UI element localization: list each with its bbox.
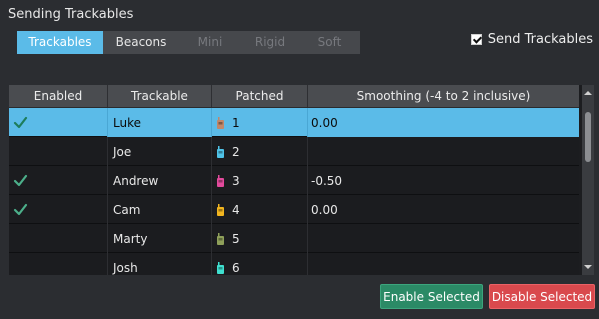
enabled-cell[interactable]	[9, 253, 108, 275]
smoothing-cell[interactable]: 0.00	[308, 108, 579, 137]
disable-selected-button[interactable]: Disable Selected	[489, 284, 595, 309]
column-header-patched-beacon[interactable]: Patched Beacon	[212, 85, 308, 125]
checkmark-icon	[13, 203, 28, 216]
enabled-cell[interactable]	[9, 166, 108, 195]
smoothing-cell[interactable]	[308, 253, 579, 275]
tab-soft[interactable]: Soft	[299, 31, 360, 54]
trackable-name-cell[interactable]: Andrew	[108, 166, 212, 195]
trackable-name-cell[interactable]: Joe	[108, 137, 212, 166]
beacon-number: 6	[232, 260, 240, 275]
enabled-cell[interactable]	[9, 137, 108, 166]
beacon-icon	[217, 145, 224, 158]
trackable-name-cell[interactable]: Luke	[108, 108, 212, 137]
table-row[interactable]: Cam 4 0.00	[9, 195, 579, 224]
smoothing-cell[interactable]: 0.00	[308, 195, 579, 224]
table-header: Enabled Trackable Patched Beacon Smoothi…	[9, 85, 579, 125]
patched-beacon-cell[interactable]: 2	[212, 137, 308, 166]
column-header-trackable[interactable]: Trackable	[108, 85, 212, 107]
beacon-number: 1	[232, 115, 240, 130]
tab-mini[interactable]: Mini	[179, 31, 241, 54]
trackable-name-cell[interactable]: Josh	[108, 253, 212, 275]
patched-beacon-cell[interactable]: 3	[212, 166, 308, 195]
enabled-cell[interactable]	[9, 195, 108, 224]
beacon-number: 4	[232, 202, 240, 217]
column-header-smoothing[interactable]: Smoothing (-4 to 2 inclusive)	[308, 85, 579, 107]
table-row[interactable]: Luke 1 0.00	[9, 108, 579, 137]
patched-beacon-cell[interactable]: 1	[212, 108, 308, 137]
column-header-enabled[interactable]: Enabled	[9, 85, 108, 107]
patched-beacon-cell[interactable]: 6	[212, 253, 308, 275]
beacon-icon	[217, 203, 224, 216]
beacon-icon	[217, 116, 224, 129]
table-row[interactable]: Josh 6	[9, 253, 579, 275]
trackable-name-cell[interactable]: Marty	[108, 224, 212, 253]
send-trackables-checkbox[interactable]	[470, 34, 482, 45]
scroll-up-arrow-icon[interactable]	[582, 87, 594, 99]
table-scrollbar[interactable]	[582, 85, 594, 275]
smoothing-cell[interactable]: -0.50	[308, 166, 579, 195]
patched-beacon-cell[interactable]: 5	[212, 224, 308, 253]
beacon-number: 2	[232, 144, 240, 159]
trackable-name-cell[interactable]: Cam	[108, 195, 212, 224]
table-row[interactable]: Marty 5	[9, 224, 579, 253]
enable-selected-button[interactable]: Enable Selected	[380, 284, 483, 309]
smoothing-cell[interactable]	[308, 137, 579, 166]
tab-rigid[interactable]: Rigid	[241, 31, 299, 54]
beacon-number: 5	[232, 231, 240, 246]
scroll-down-arrow-icon[interactable]	[582, 261, 594, 273]
table-row[interactable]: Joe 2	[9, 137, 579, 166]
table-row[interactable]: Andrew 3 -0.50	[9, 166, 579, 195]
send-trackables-label: Send Trackables	[487, 32, 593, 47]
trackables-table: Enabled Trackable Patched Beacon Smoothi…	[9, 85, 594, 275]
beacon-number: 3	[232, 173, 240, 188]
tab-trackables[interactable]: Trackables	[17, 31, 103, 54]
table-body: Luke 1 0.00 Joe 2 Andrew 3 -0.50 Cam 4 0.00 Marty 5 J…	[9, 108, 579, 275]
enabled-cell[interactable]	[9, 224, 108, 253]
send-trackables-toggle[interactable]: Send Trackables	[470, 32, 593, 47]
smoothing-cell[interactable]	[308, 224, 579, 253]
beacon-icon	[217, 232, 224, 245]
tab-beacons[interactable]: Beacons	[103, 31, 179, 54]
panel-title: Sending Trackables	[8, 7, 134, 22]
beacon-icon	[217, 261, 224, 274]
tab-bar: Trackables Beacons Mini Rigid Soft	[17, 31, 360, 54]
patched-beacon-cell[interactable]: 4	[212, 195, 308, 224]
enabled-cell[interactable]	[9, 108, 108, 137]
scroll-thumb[interactable]	[585, 112, 591, 162]
checkmark-icon	[13, 116, 28, 129]
beacon-icon	[217, 174, 224, 187]
checkmark-icon	[13, 174, 28, 187]
